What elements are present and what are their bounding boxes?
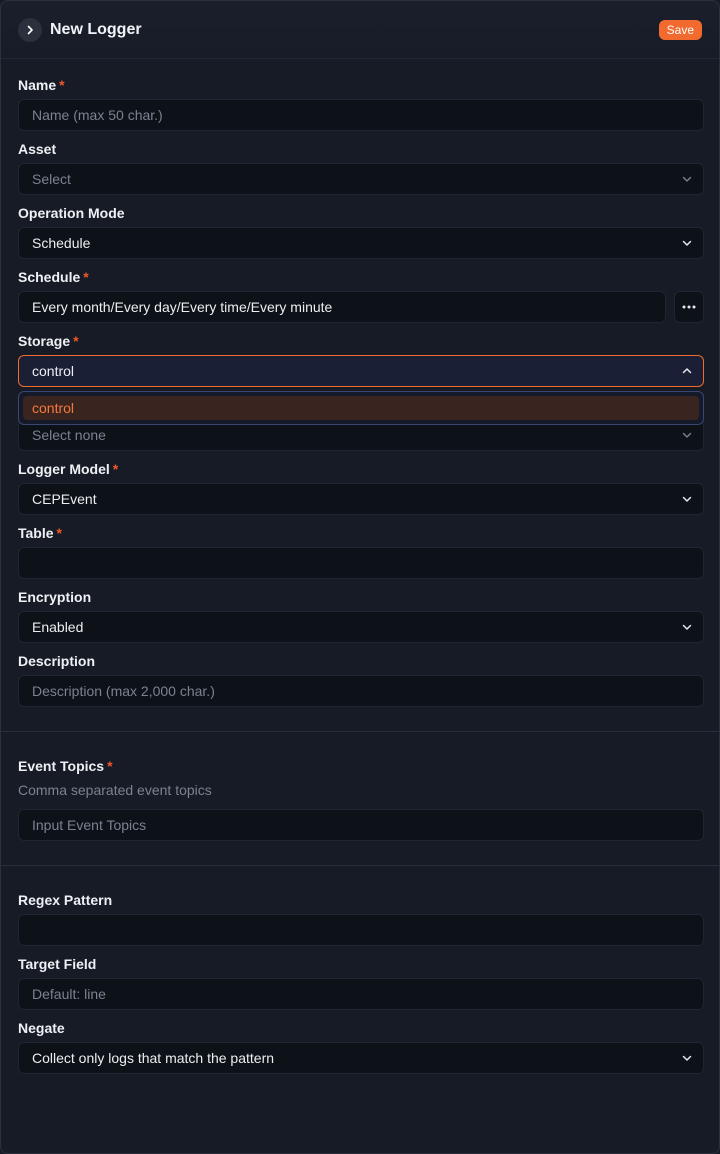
negate-label: Negate — [18, 1020, 65, 1036]
required-mark: * — [83, 269, 89, 285]
event-topics-hint: Comma separated event topics — [18, 782, 212, 798]
chevron-down-icon — [682, 176, 692, 182]
required-mark: * — [59, 77, 65, 93]
name-input[interactable]: Name (max 50 char.) — [18, 99, 704, 131]
storage-option-control[interactable]: control — [23, 396, 699, 420]
section-divider — [1, 865, 719, 866]
chevron-up-icon — [682, 368, 692, 374]
schedule-input[interactable]: Every month/Every day/Every time/Every m… — [18, 291, 666, 323]
event-topics-label: Event Topics * — [18, 758, 113, 774]
chevron-down-icon — [682, 496, 692, 502]
required-mark: * — [107, 758, 113, 774]
storage-dropdown-menu: control — [18, 391, 704, 425]
operation-mode-label: Operation Mode — [18, 205, 125, 221]
more-horizontal-icon — [682, 305, 696, 309]
required-mark: * — [73, 333, 79, 349]
schedule-more-button[interactable] — [674, 291, 704, 323]
table-label: Table * — [18, 525, 62, 541]
regex-pattern-input[interactable] — [18, 914, 704, 946]
logger-model-select[interactable]: CEPEvent — [18, 483, 704, 515]
chevron-down-icon — [682, 240, 692, 246]
asset-select[interactable]: Select — [18, 163, 704, 195]
collapse-button[interactable] — [18, 17, 42, 42]
chevron-right-icon — [27, 25, 33, 34]
asset-label: Asset — [18, 141, 57, 157]
section-divider — [1, 731, 719, 732]
event-topics-input[interactable]: Input Event Topics — [18, 809, 704, 841]
encryption-label: Encryption — [18, 589, 92, 605]
target-field-label: Target Field — [18, 956, 97, 972]
required-mark: * — [56, 525, 62, 541]
chevron-down-icon — [682, 1055, 692, 1061]
chevron-down-icon — [682, 624, 692, 630]
chevron-down-icon — [682, 432, 692, 438]
schedule-label: Schedule * — [18, 269, 89, 285]
storage-select[interactable]: control — [18, 355, 704, 387]
logger-form-panel: New Logger Save Name * Name (max 50 char.… — [0, 0, 720, 1154]
description-label: Description — [18, 653, 96, 669]
logger-model-label: Logger Model * — [18, 461, 119, 477]
description-input[interactable]: Description (max 2,000 char.) — [18, 675, 704, 707]
operation-mode-select[interactable]: Schedule — [18, 227, 704, 259]
regex-pattern-label: Regex Pattern — [18, 892, 113, 908]
table-input[interactable] — [18, 547, 704, 579]
storage-label: Storage * — [18, 333, 79, 349]
target-field-input[interactable]: Default: line — [18, 978, 704, 1010]
required-mark: * — [112, 461, 119, 477]
encryption-select[interactable]: Enabled — [18, 611, 704, 643]
negate-select[interactable]: Collect only logs that match the pattern — [18, 1042, 704, 1074]
name-label: Name * — [18, 77, 65, 93]
page-title: New Logger — [50, 20, 142, 38]
panel-header: New Logger Save — [1, 1, 719, 59]
save-button[interactable]: Save — [658, 19, 702, 40]
